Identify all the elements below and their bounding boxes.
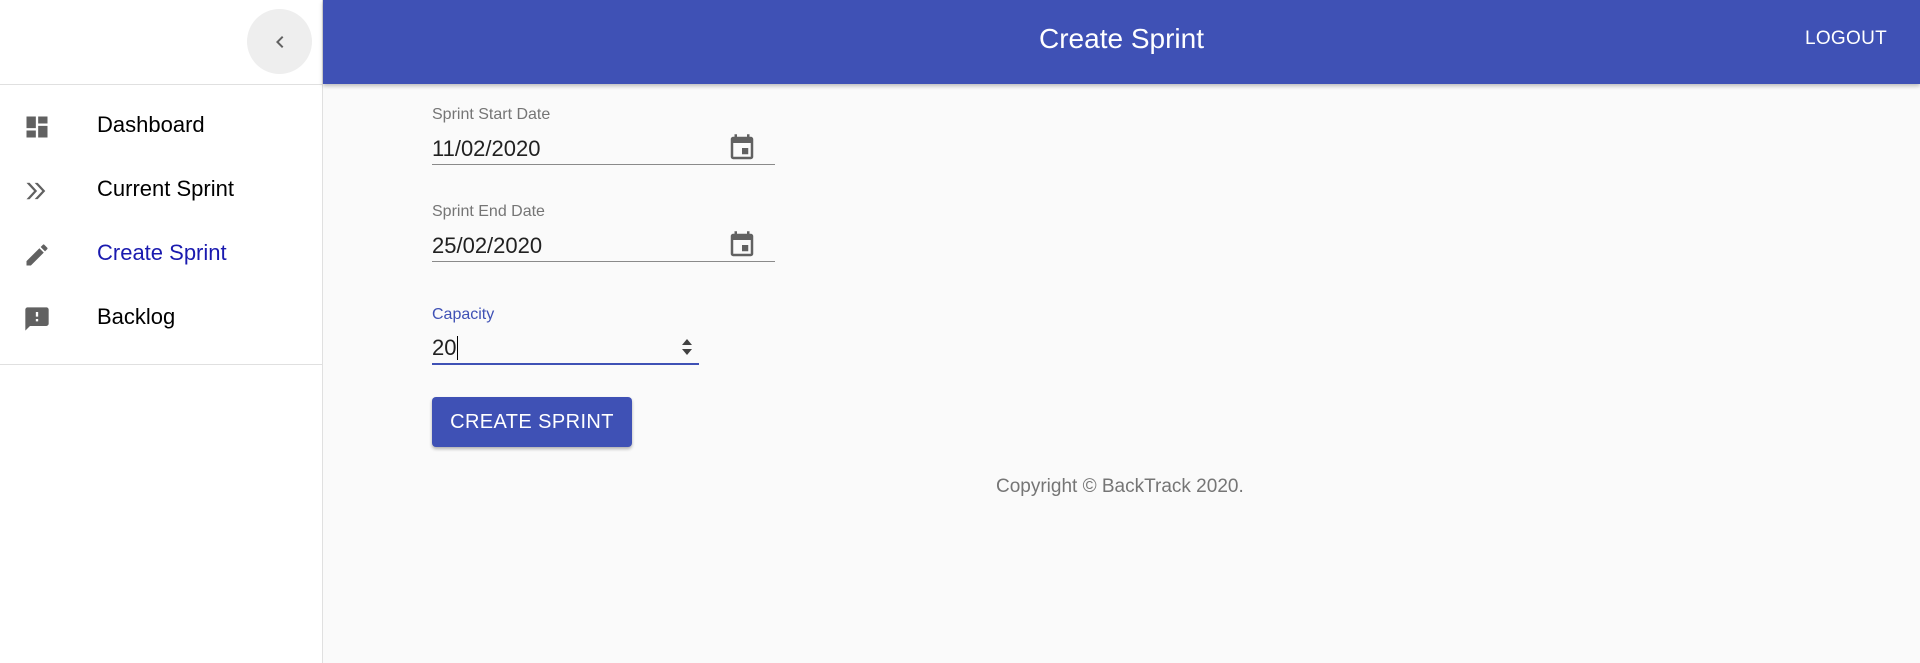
text-caret [457,336,459,360]
sprint-end-date-label: Sprint End Date [432,203,545,220]
app-bar: Create Sprint LOGOUT [323,0,1920,84]
sidebar-item-label: Current Sprint [97,176,234,201]
sidebar-item-current-sprint[interactable]: Current Sprint [0,157,322,221]
capacity-field: Capacity 20 [432,306,699,365]
capacity-label: Capacity [432,306,495,323]
sprint-end-date-input[interactable]: 25/02/2020 [432,230,775,262]
sprint-end-date-value: 25/02/2020 [432,232,543,258]
logout-button[interactable]: LOGOUT [1805,28,1887,50]
sidebar-item-label: Create Sprint [97,240,227,265]
feedback-icon [23,305,51,333]
page-title: Create Sprint [1039,23,1204,54]
calendar-icon[interactable] [727,230,757,260]
sidebar-drawer: Dashboard Current Sprint Create Sprint B… [0,0,323,663]
capacity-input[interactable]: 20 [432,333,699,365]
capacity-value: 20 [432,335,457,360]
copyright-text: Copyright © BackTrack 2020. [996,476,1244,497]
dashboard-icon [23,113,51,141]
sprint-start-date-label: Sprint Start Date [432,106,551,123]
number-spinner-icon[interactable] [679,335,695,359]
chevron-left-icon [275,35,283,48]
sidebar-nav: Dashboard Current Sprint Create Sprint B… [0,85,322,365]
sprint-end-date-field: Sprint End Date 25/02/2020 [432,203,775,262]
double-chevron-right-icon [23,177,51,205]
sprint-start-date-field: Sprint Start Date 11/02/2020 [432,106,775,165]
calendar-icon[interactable] [727,133,757,163]
pencil-icon [23,241,51,269]
sidebar-item-label: Dashboard [97,112,205,137]
sprint-start-date-input[interactable]: 11/02/2020 [432,133,775,165]
drawer-header [0,0,322,85]
sidebar-item-dashboard[interactable]: Dashboard [0,93,322,157]
sidebar-item-create-sprint[interactable]: Create Sprint [0,221,322,285]
collapse-drawer-button[interactable] [247,9,312,74]
sidebar-item-label: Backlog [97,304,176,329]
sprint-start-date-value: 11/02/2020 [432,135,541,161]
sidebar-item-backlog[interactable]: Backlog [0,285,322,349]
create-sprint-button[interactable]: CREATE SPRINT [432,397,632,447]
